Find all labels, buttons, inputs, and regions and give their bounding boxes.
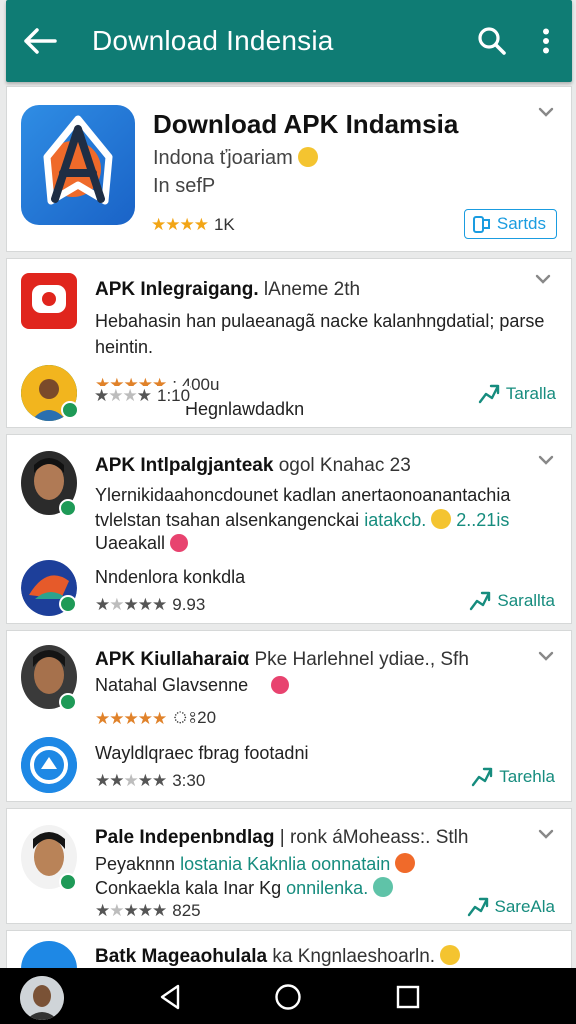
device-icon — [472, 216, 490, 233]
rating-stars: ★★★★★ — [95, 771, 167, 790]
featured-app-card[interactable]: Download APK Indamsia Indona ťjoariam In… — [6, 86, 572, 252]
post-rating-secondary: ★★★★★ 3:30 — [95, 771, 206, 790]
post-rating-secondary: ★★★★ 1:10 — [94, 386, 191, 406]
chevron-down-icon[interactable] — [535, 645, 557, 667]
system-nav-bar — [0, 968, 576, 1024]
app-logo-icon — [21, 737, 77, 793]
feed-list[interactable]: Download APK Indamsia Indona ťjoariam In… — [6, 86, 572, 997]
rating-stars: ★★★★ — [151, 215, 209, 234]
post-text-line: Hebahasin han pulaeanagã nacke kalanhngd… — [95, 311, 545, 331]
laugh-emoji-icon — [373, 877, 394, 897]
post-text-line: Conkaekla kala Inar Kg onnilenka. — [95, 877, 394, 899]
app-icon — [21, 105, 135, 225]
share-button[interactable]: Sarallta — [469, 591, 555, 611]
heart-emoji-icon — [271, 676, 290, 694]
post-text-line: Uaeakall — [95, 533, 189, 554]
heart-emoji-icon — [170, 534, 189, 552]
rating-stars: ★★★★★ — [95, 901, 167, 920]
post-card[interactable]: Pale Indepenbndlag | ronk áMoheass:. Stl… — [6, 808, 572, 924]
share-button[interactable]: Tarehla — [471, 767, 555, 787]
post-link[interactable]: Hegnlawdadkn — [185, 399, 304, 420]
chevron-down-icon[interactable] — [535, 101, 557, 123]
chevron-down-icon[interactable] — [535, 449, 557, 471]
search-icon — [478, 27, 506, 55]
share-icon — [478, 384, 500, 404]
verified-badge-icon — [59, 595, 77, 613]
share-icon — [470, 591, 491, 611]
arrow-left-icon — [24, 28, 57, 54]
post-text-line: tvlelstan tsahan alsenkangenckai iatakcb… — [95, 509, 510, 530]
post-title: APK Inlegraigang. lAneme 2th — [95, 279, 361, 300]
app-title: Download APK Indamsia — [153, 109, 459, 139]
app-logo-icon — [21, 273, 77, 329]
post-title: APK Intlpalgjanteak ogol Knahac 23 — [95, 455, 411, 476]
rating-stars: ★★★★★ — [95, 595, 167, 614]
rating-stars: ★★★★ — [94, 386, 152, 405]
post-text-line: Natahal Glavsenne — [95, 675, 290, 696]
rating-stars: ★★★★★ — [95, 709, 167, 728]
smile-emoji-icon — [440, 945, 461, 965]
post-rating: ★★★★★ 825 — [95, 901, 201, 920]
verified-badge-icon — [59, 693, 77, 711]
app-bar: Download Indensia — [6, 0, 572, 82]
post-card[interactable]: APK Kiullaharaiα Pke Harlehnel ydiae., S… — [6, 630, 572, 802]
share-button[interactable]: Taralla — [477, 384, 556, 404]
nav-recents-icon[interactable] — [396, 985, 420, 1009]
grin-emoji-icon — [431, 509, 452, 529]
nav-home-icon[interactable] — [274, 983, 302, 1011]
app-bar-title: Download Indensia — [92, 25, 334, 56]
post-card[interactable]: APK Intlpalgjanteak ogol Knahac 23 Ylern… — [6, 434, 572, 624]
post-rating: ★★★★★ ঃ20 — [95, 708, 217, 728]
nav-back-icon[interactable] — [158, 984, 182, 1010]
post-link[interactable]: Wayldlqraec fbrag footadni — [95, 743, 308, 764]
back-button[interactable] — [6, 0, 74, 82]
post-text-line: heintin. — [95, 337, 154, 357]
share-icon — [467, 897, 488, 917]
more-vert-icon — [543, 28, 549, 54]
share-button[interactable]: SareAla — [467, 897, 555, 917]
post-title: Pale Indepenbndlag | ronk áMoheass:. Stl… — [95, 827, 469, 848]
chevron-down-icon[interactable] — [535, 823, 557, 845]
install-button[interactable]: Sartds — [463, 209, 557, 239]
share-icon — [472, 767, 493, 787]
app-subtitle-2: In sefP — [153, 175, 216, 197]
post-rating: ★★★★★ 9.93 — [95, 595, 206, 614]
avatar[interactable] — [20, 976, 64, 1020]
angry-emoji-icon — [395, 853, 416, 873]
search-button[interactable] — [464, 0, 520, 82]
post-text-line: Ylernikidaahoncdounet kadlan anertaonoan… — [95, 485, 511, 505]
post-title: Batk Mageaohulala ka Kngnlaeshoarln. — [95, 945, 461, 968]
rating-count: 1K — [213, 215, 235, 234]
smile-emoji-icon — [298, 147, 319, 167]
more-options-button[interactable] — [520, 0, 572, 82]
verified-badge-icon — [61, 401, 79, 419]
chevron-down-icon[interactable] — [532, 268, 554, 290]
post-link[interactable]: Nndenlora konkdla — [95, 567, 245, 588]
app-subtitle: Indona ťjoariam — [153, 147, 319, 170]
verified-badge-icon — [59, 873, 77, 891]
post-title: APK Kiullaharaiα Pke Harlehnel ydiae., S… — [95, 649, 469, 670]
post-text-line: Peyaknnn lostania Kaknlia oonnatain — [95, 853, 416, 875]
verified-badge-icon — [59, 499, 77, 517]
app-rating: ★★★★ 1K — [151, 215, 235, 235]
